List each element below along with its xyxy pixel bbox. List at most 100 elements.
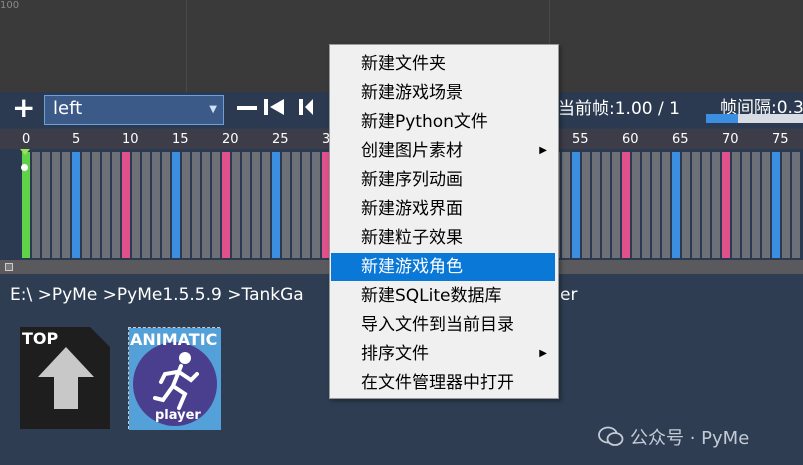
- timeline-tick-label: 65: [672, 132, 689, 147]
- frame-cell[interactable]: [722, 152, 730, 258]
- context-menu-item[interactable]: 新建游戏界面: [331, 195, 555, 223]
- playhead-marker-icon[interactable]: [20, 149, 30, 155]
- frame-cell[interactable]: [782, 152, 790, 258]
- frame-cell[interactable]: [312, 152, 320, 258]
- tile-label: TOP: [22, 329, 59, 348]
- context-menu-item-label: 新建游戏场景: [361, 83, 463, 103]
- timeline-tick-label: 10: [122, 132, 139, 147]
- frame-cell[interactable]: [762, 152, 770, 258]
- frame-cell[interactable]: [792, 152, 800, 258]
- frame-cell[interactable]: [592, 152, 600, 258]
- frame-cell[interactable]: [242, 152, 250, 258]
- frame-cell[interactable]: [672, 152, 680, 258]
- frame-cell[interactable]: [212, 152, 220, 258]
- context-menu-item[interactable]: 新建Python文件: [331, 108, 555, 136]
- frame-cell[interactable]: [162, 152, 170, 258]
- context-menu-item-label: 在文件管理器中打开: [361, 373, 514, 393]
- preview-corner-label: 100: [0, 0, 20, 11]
- player-character-tile[interactable]: ANIMATIC player: [128, 327, 221, 430]
- timeline-tick-label: 25: [272, 132, 289, 147]
- frame-cell[interactable]: [192, 152, 200, 258]
- context-menu-item[interactable]: 新建文件夹: [331, 50, 555, 78]
- frame-cell[interactable]: [232, 152, 240, 258]
- frame-cell[interactable]: [742, 152, 750, 258]
- submenu-arrow-icon: ▶: [539, 348, 547, 359]
- context-menu-item-label: 新建粒子效果: [361, 228, 463, 248]
- frame-cell[interactable]: [572, 152, 580, 258]
- frame-cell[interactable]: [172, 152, 180, 258]
- frame-cell[interactable]: [752, 152, 760, 258]
- frame-cell[interactable]: [692, 152, 700, 258]
- frame-cell[interactable]: [182, 152, 190, 258]
- context-menu-item[interactable]: 新建SQLite数据库: [331, 282, 555, 310]
- frame-cell[interactable]: [222, 152, 230, 258]
- frame-cell[interactable]: [662, 152, 670, 258]
- context-menu-item-label: 新建序列动画: [361, 170, 463, 190]
- context-menu-item[interactable]: 新建序列动画: [331, 166, 555, 194]
- frame-cell[interactable]: [732, 152, 740, 258]
- frame-cell[interactable]: [562, 152, 570, 258]
- frame-cell[interactable]: [652, 152, 660, 258]
- frame-interval-fill: [706, 114, 738, 123]
- context-menu-item[interactable]: 在文件管理器中打开: [331, 369, 555, 397]
- context-menu-item[interactable]: 创建图片素材 ▶: [331, 137, 555, 165]
- frame-cell[interactable]: [282, 152, 290, 258]
- scrollbar-thumb[interactable]: [5, 263, 13, 271]
- context-menu-item[interactable]: 新建游戏角色: [331, 253, 555, 281]
- frame-cell[interactable]: [612, 152, 620, 258]
- add-icon[interactable]: +: [12, 94, 35, 122]
- context-menu-item-label: 排序文件: [361, 344, 429, 364]
- remove-icon[interactable]: [237, 106, 257, 110]
- frame-cell[interactable]: [252, 152, 260, 258]
- context-menu-item[interactable]: 新建粒子效果: [331, 224, 555, 252]
- frame-cell[interactable]: [102, 152, 110, 258]
- context-menu-item-label: 新建游戏界面: [361, 199, 463, 219]
- frame-cell[interactable]: [582, 152, 590, 258]
- frame-cell[interactable]: [32, 152, 40, 258]
- context-menu-item-label: 新建文件夹: [361, 54, 446, 74]
- tile-label: ANIMATIC: [130, 330, 218, 349]
- frame-cell[interactable]: [62, 152, 70, 258]
- frame-cell[interactable]: [52, 152, 60, 258]
- animation-select[interactable]: left ▼: [44, 95, 224, 125]
- context-menu-item[interactable]: 新建游戏场景: [331, 79, 555, 107]
- frame-cell[interactable]: [302, 152, 310, 258]
- frame-cell[interactable]: [82, 152, 90, 258]
- frame-cell[interactable]: [702, 152, 710, 258]
- frame-cell[interactable]: [112, 152, 120, 258]
- context-menu-item[interactable]: 导入文件到当前目录: [331, 311, 555, 339]
- timeline-tick-label: 0: [22, 132, 31, 147]
- frame-cell[interactable]: [772, 152, 780, 258]
- timeline-tick-label: 75: [772, 132, 789, 147]
- frame-cell[interactable]: [292, 152, 300, 258]
- submenu-arrow-icon: ▶: [539, 145, 547, 156]
- frame-cell[interactable]: [142, 152, 150, 258]
- frame-cell[interactable]: [272, 152, 280, 258]
- timeline-tick-label: 20: [222, 132, 239, 147]
- folder-up-tile[interactable]: TOP: [20, 327, 112, 429]
- tile-badge: player: [155, 408, 201, 423]
- breadcrumb[interactable]: E:\ >PyMe >PyMe1.5.5.9 >TankGa: [10, 285, 304, 305]
- frame-cell[interactable]: [632, 152, 640, 258]
- timeline-tick-label: 70: [722, 132, 739, 147]
- frame-cell[interactable]: [642, 152, 650, 258]
- context-menu-item[interactable]: 排序文件 ▶: [331, 340, 555, 368]
- frame-cell[interactable]: [152, 152, 160, 258]
- frame-cell[interactable]: [122, 152, 130, 258]
- frame-cell[interactable]: [92, 152, 100, 258]
- keyframe-dot: [21, 164, 28, 171]
- breadcrumb-tail[interactable]: er: [560, 285, 577, 305]
- frame-cell[interactable]: [42, 152, 50, 258]
- frame-cell[interactable]: [622, 152, 630, 258]
- previous-frame-icon[interactable]: [297, 97, 317, 117]
- frame-cell[interactable]: [72, 152, 80, 258]
- frame-cell[interactable]: [202, 152, 210, 258]
- context-menu-item-label: 新建SQLite数据库: [361, 286, 502, 306]
- frame-cell[interactable]: [262, 152, 270, 258]
- frame-cell[interactable]: [602, 152, 610, 258]
- context-menu-item-label: 新建Python文件: [361, 112, 488, 132]
- frame-cell[interactable]: [132, 152, 140, 258]
- frame-cell[interactable]: [712, 152, 720, 258]
- skip-to-start-icon[interactable]: [262, 97, 286, 117]
- frame-cell[interactable]: [682, 152, 690, 258]
